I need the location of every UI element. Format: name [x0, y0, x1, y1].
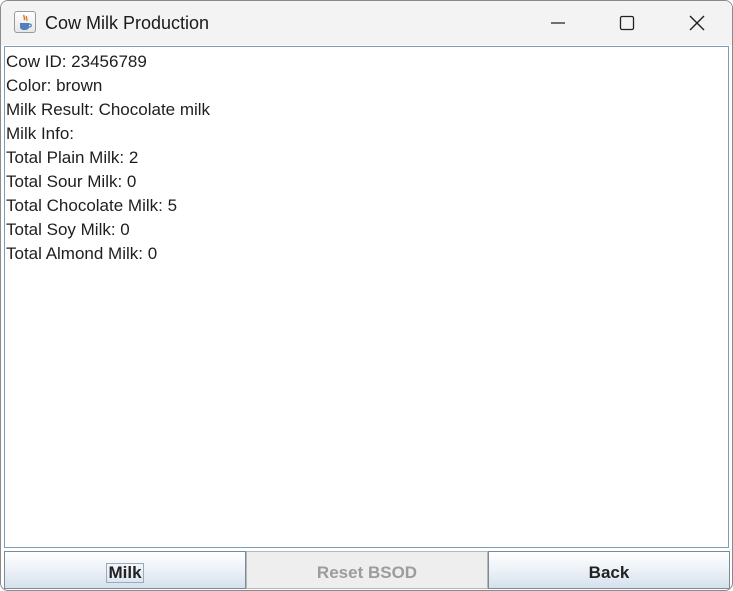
window-title: Cow Milk Production — [45, 13, 210, 33]
title-bar[interactable]: Cow Milk Production — [1, 1, 732, 45]
reset-bsod-button-label: Reset BSOD — [316, 562, 418, 582]
app-window: Cow Milk Production Cow ID: 23456789 Col… — [0, 0, 733, 591]
milk-info-line: Milk Info: — [6, 124, 75, 143]
milk-button[interactable]: Milk — [4, 551, 246, 589]
total-soy-milk-line: Total Soy Milk: 0 — [6, 220, 130, 239]
color-line: Color: brown — [6, 76, 103, 95]
maximize-button[interactable] — [597, 1, 657, 45]
cow-id-line: Cow ID: 23456789 — [6, 52, 147, 71]
back-button[interactable]: Back — [488, 551, 730, 589]
total-plain-milk-line: Total Plain Milk: 2 — [6, 148, 139, 167]
button-bar: Milk Reset BSOD Back — [4, 551, 730, 589]
milk-output-text-area[interactable]: Cow ID: 23456789 Color: brown Milk Resul… — [4, 46, 729, 548]
milk-button-label: Milk — [106, 562, 144, 583]
close-button[interactable] — [667, 1, 727, 45]
back-button-label: Back — [588, 562, 630, 582]
total-almond-milk-line: Total Almond Milk: 0 — [6, 244, 158, 263]
total-sour-milk-line: Total Sour Milk: 0 — [6, 172, 137, 191]
reset-bsod-button[interactable]: Reset BSOD — [246, 551, 488, 589]
maximize-icon — [619, 15, 635, 31]
minimize-icon — [551, 22, 565, 24]
minimize-button[interactable] — [528, 1, 588, 45]
total-chocolate-milk-line: Total Chocolate Milk: 5 — [6, 196, 178, 215]
milk-result-line: Milk Result: Chocolate milk — [6, 100, 211, 119]
java-coffee-cup-icon[interactable] — [14, 11, 36, 33]
close-icon — [689, 15, 705, 31]
